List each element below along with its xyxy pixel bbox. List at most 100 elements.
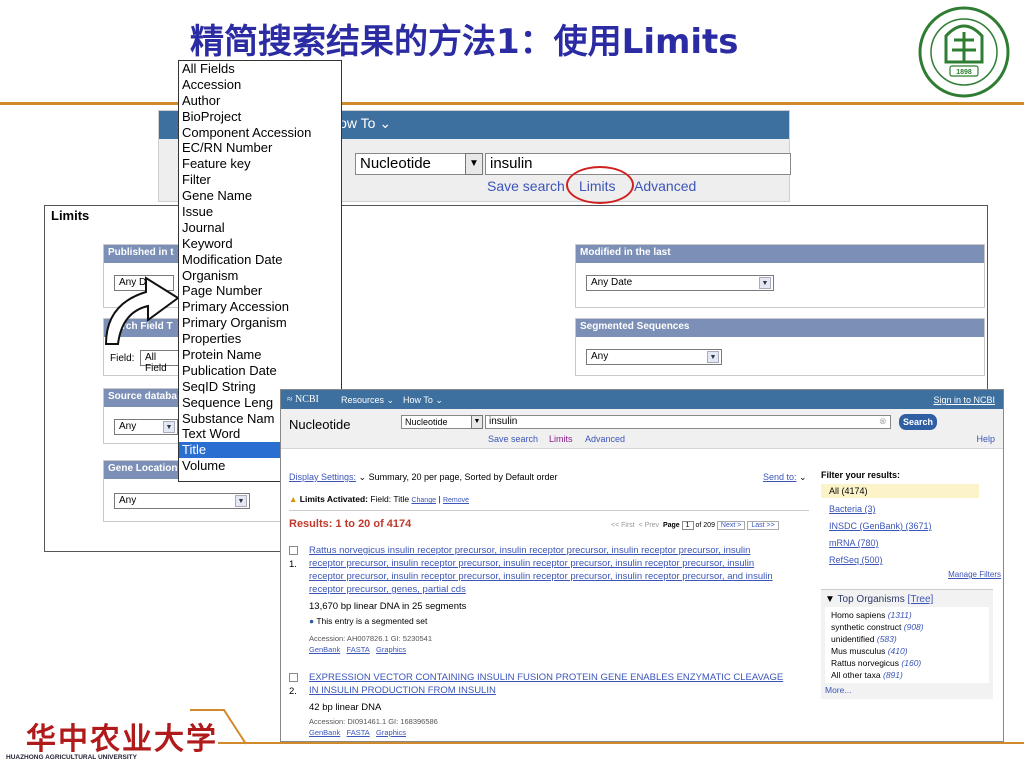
organism-item[interactable]: Rattus norvegicus (160) — [831, 657, 983, 669]
genbank-link[interactable]: GenBank — [309, 728, 340, 737]
sign-in-link[interactable]: Sign in to NCBI — [933, 395, 995, 405]
field-option[interactable]: Properties — [179, 331, 341, 347]
gene-location-select[interactable]: Any ▼ — [114, 493, 250, 509]
chevron-down-icon: ▼ — [759, 277, 771, 289]
field-option[interactable]: Feature key — [179, 156, 341, 172]
graphics-link[interactable]: Graphics — [376, 645, 406, 654]
pager: << First < Prev Page 1 of 209 Next > Las… — [611, 521, 779, 530]
modified-select[interactable]: Any Date ▼ — [586, 275, 774, 291]
page-input[interactable]: 1 — [681, 521, 694, 530]
field-option[interactable]: Journal — [179, 220, 341, 236]
organism-item[interactable]: Mus musculus (410) — [831, 645, 983, 657]
more-link[interactable]: More... — [825, 685, 989, 695]
results-search-input[interactable]: insulin — [485, 415, 891, 429]
segmented-select[interactable]: Any ▼ — [586, 349, 722, 365]
field-option[interactable]: Filter — [179, 172, 341, 188]
send-to-link[interactable]: Send to: ⌄ — [763, 472, 807, 483]
pager-next[interactable]: Next > — [716, 521, 746, 530]
fasta-link[interactable]: FASTA — [347, 645, 370, 654]
filter-item[interactable]: Bacteria (3) — [821, 502, 1001, 516]
organism-item[interactable]: All other taxa (891) — [831, 669, 983, 681]
display-summary: Summary, 20 per page, Sorted by Default … — [368, 472, 558, 482]
manage-filters-link[interactable]: Manage Filters — [821, 570, 1001, 579]
field-label: Field: — [110, 353, 135, 364]
caret-down-icon: ▼ — [825, 594, 835, 605]
field-option[interactable]: All Fields — [179, 61, 341, 77]
filter-item[interactable]: RefSeq (500) — [821, 553, 1001, 567]
chevron-down-icon[interactable]: ⌄ — [359, 472, 367, 482]
chevron-down-icon: ▼ — [235, 495, 247, 507]
chevron-down-icon: ▼ — [707, 351, 719, 363]
result-links: GenBank FASTA Graphics — [309, 726, 406, 739]
save-search-link[interactable]: Save search — [487, 178, 565, 194]
ncbi-logo[interactable]: ≈ NCBI — [287, 394, 319, 405]
field-option[interactable]: Gene Name — [179, 188, 341, 204]
help-link[interactable]: Help — [976, 434, 995, 444]
dropdown-arrow-icon[interactable]: ▼ — [471, 415, 483, 429]
field-option[interactable]: EC/RN Number — [179, 140, 341, 156]
tree-link[interactable]: [Tree] — [908, 594, 934, 605]
source-db-select[interactable]: Any ▼ — [114, 419, 178, 435]
result-checkbox[interactable] — [289, 673, 298, 682]
top-database-select[interactable]: Nucleotide — [355, 153, 467, 175]
field-option[interactable]: Modification Date — [179, 252, 341, 268]
genbank-link[interactable]: GenBank — [309, 645, 340, 654]
limits-activated-row: ▲ Limits Activated: Field: Title Change … — [289, 494, 809, 511]
pager-prev: < Prev — [638, 522, 660, 529]
limits-link[interactable]: Limits — [549, 434, 573, 444]
filter-column: Filter your results: All (4174) Bacteria… — [821, 470, 1001, 699]
filter-item[interactable]: mRNA (780) — [821, 536, 1001, 550]
change-link[interactable]: Change — [411, 497, 436, 504]
modified-header: Modified in the last — [576, 245, 984, 263]
result-title-link[interactable]: Rattus norvegicus insulin receptor precu… — [309, 544, 829, 596]
howto-menu[interactable]: How To ⌄ — [403, 395, 443, 406]
filter-item[interactable]: INSDC (GenBank) (3671) — [821, 519, 1001, 533]
advanced-link[interactable]: Advanced — [634, 178, 696, 194]
field-option[interactable]: Protein Name — [179, 347, 341, 363]
top-search-input[interactable]: insulin — [485, 153, 791, 175]
display-settings-link[interactable]: Display Settings: — [289, 472, 356, 482]
results-db-select[interactable]: Nucleotide — [401, 415, 473, 429]
warning-icon: ▲ — [289, 494, 298, 504]
dropdown-arrow-icon[interactable]: ▼ — [465, 153, 483, 175]
organism-item[interactable]: unidentified (583) — [831, 633, 983, 645]
field-option[interactable]: Primary Organism — [179, 315, 341, 331]
field-option[interactable]: BioProject — [179, 109, 341, 125]
chevron-down-icon: ⌄ — [386, 395, 395, 405]
field-option[interactable]: Page Number — [179, 283, 341, 299]
field-option[interactable]: Accession — [179, 77, 341, 93]
db-label: Nucleotide — [289, 417, 351, 432]
search-button[interactable]: Search — [899, 414, 937, 430]
save-search-link[interactable]: Save search — [488, 434, 538, 444]
university-seal-logo: 1898 — [918, 6, 1010, 98]
field-option[interactable]: Issue — [179, 204, 341, 220]
organism-item[interactable]: synthetic construct (908) — [831, 621, 983, 633]
pager-last[interactable]: Last >> — [747, 521, 779, 530]
remove-link[interactable]: Remove — [443, 497, 469, 504]
field-option[interactable]: Keyword — [179, 236, 341, 252]
filter-title: Filter your results: — [821, 470, 901, 480]
ncbi-icon: ≈ — [287, 394, 293, 405]
limits-title: Limits — [51, 208, 90, 223]
advanced-link[interactable]: Advanced — [585, 434, 625, 444]
resources-menu[interactable]: Resources ⌄ — [341, 395, 394, 406]
modified-section: Modified in the last Any Date ▼ — [575, 244, 985, 308]
pointer-arrow-icon — [104, 276, 180, 345]
university-name-en: HUAZHONG AGRICULTURAL UNIVERSITY — [6, 754, 137, 761]
fasta-link[interactable]: FASTA — [347, 728, 370, 737]
seal-year: 1898 — [956, 69, 972, 76]
results-nav-bar: ≈ NCBI Resources ⌄ How To ⌄ Sign in to N… — [281, 390, 1003, 409]
clear-icon[interactable]: ⊗ — [879, 416, 887, 427]
field-option[interactable]: Author — [179, 93, 341, 109]
field-option[interactable]: Publication Date — [179, 363, 341, 379]
field-option[interactable]: Primary Accession — [179, 299, 341, 315]
field-option[interactable]: Component Accession — [179, 125, 341, 141]
graphics-link[interactable]: Graphics — [376, 728, 406, 737]
filter-item-active[interactable]: All (4174) — [821, 484, 979, 498]
organism-item[interactable]: Homo sapiens (1311) — [831, 609, 983, 621]
result-title-link[interactable]: EXPRESSION VECTOR CONTAINING INSULIN FUS… — [309, 671, 829, 697]
field-option[interactable]: Organism — [179, 268, 341, 284]
result-desc: 13,670 bp linear DNA in 25 segments — [309, 601, 467, 612]
result-checkbox[interactable] — [289, 546, 298, 555]
results-search-row: Nucleotide Nucleotide ▼ insulin ⊗ Search… — [281, 409, 1003, 449]
